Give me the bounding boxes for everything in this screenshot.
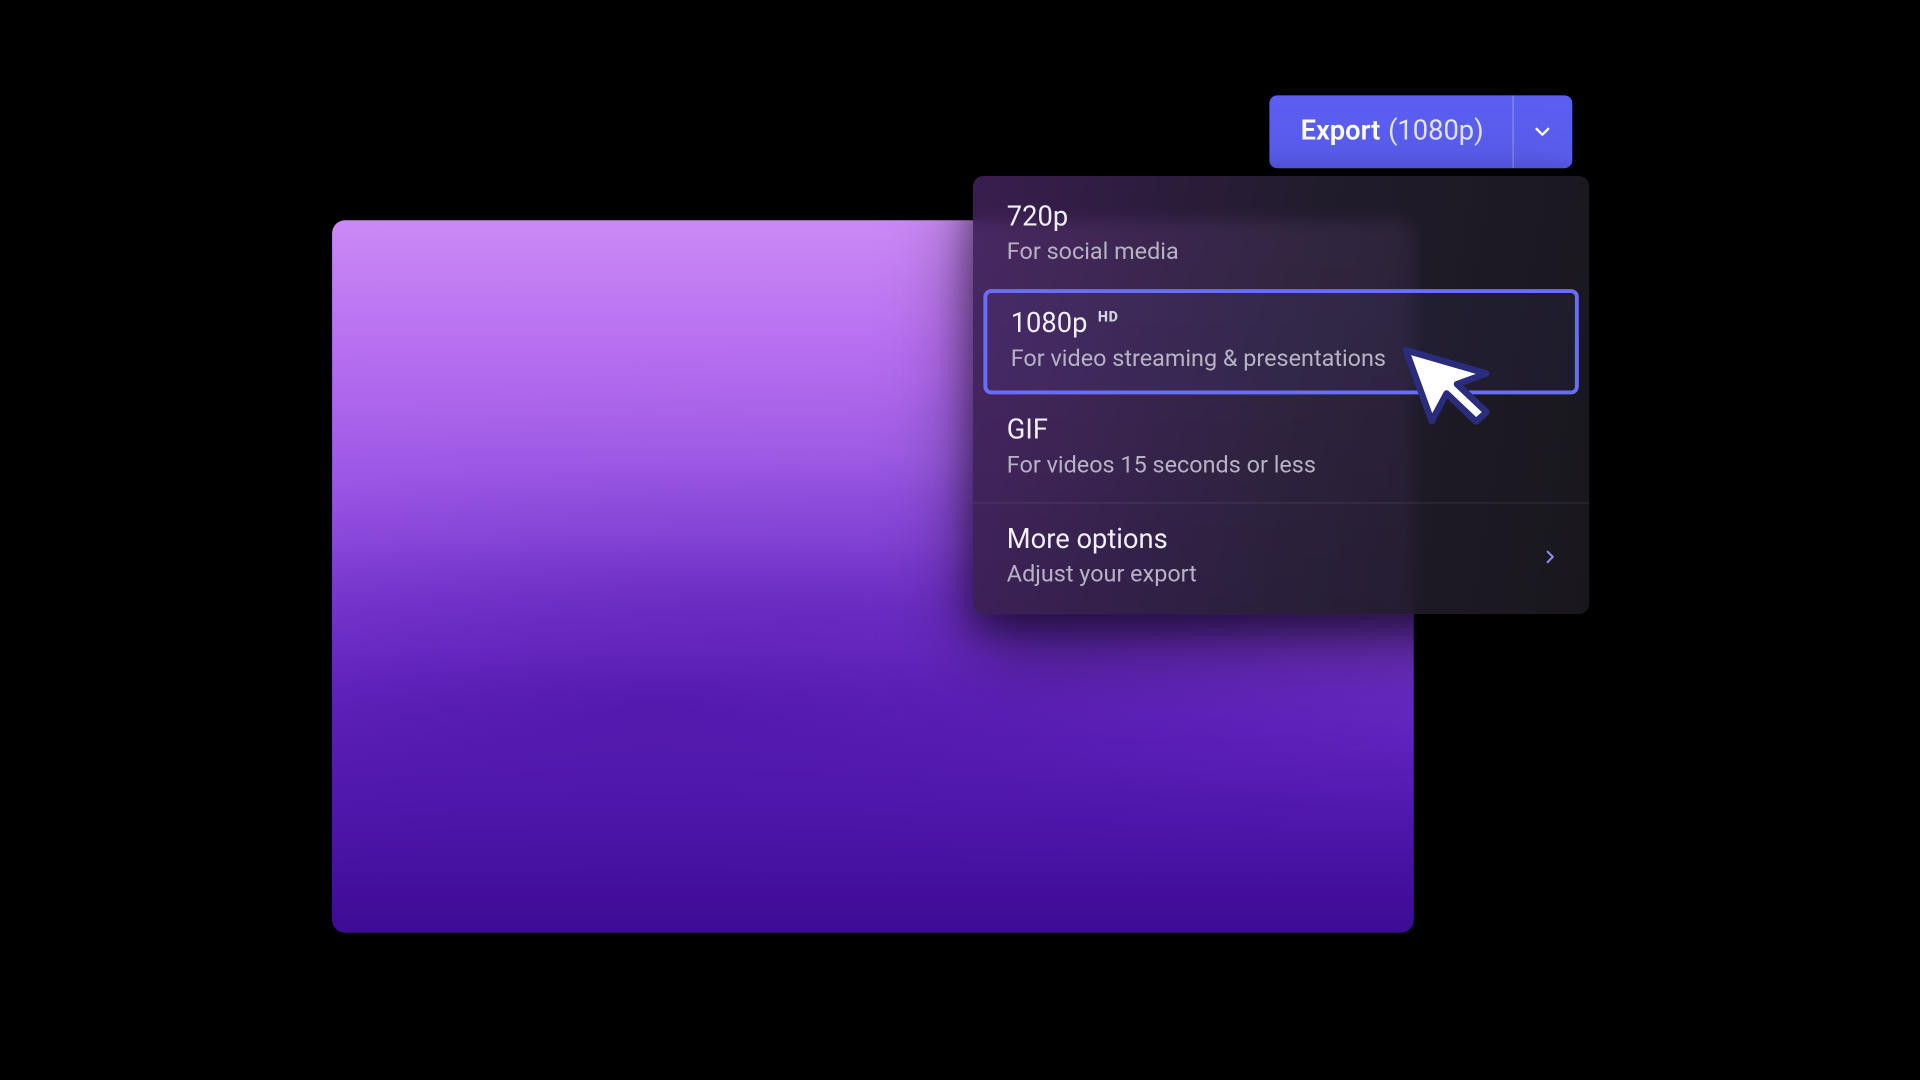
export-option-sub: For social media <box>1007 238 1556 265</box>
more-options-title: More options <box>1007 524 1168 555</box>
export-option-title: 1080p <box>1011 309 1088 340</box>
more-options-sub: Adjust your export <box>1007 561 1197 588</box>
export-option-title: 720p <box>1007 202 1068 233</box>
export-option-sub: For videos 15 seconds or less <box>1007 452 1556 479</box>
hd-badge: HD <box>1098 308 1119 325</box>
export-option-title: GIF <box>1007 415 1048 446</box>
menu-separator <box>973 502 1589 503</box>
export-button-label: Export <box>1301 116 1381 147</box>
export-dropdown-menu: 720p For social media 1080p HD For video… <box>973 176 1589 614</box>
chevron-right-icon <box>1540 546 1561 567</box>
export-option-sub: For video streaming & presentations <box>1011 345 1552 372</box>
export-option-1080p[interactable]: 1080p HD For video streaming & presentat… <box>983 289 1578 394</box>
export-button-group: Export (1080p) <box>1269 95 1572 168</box>
chevron-down-icon <box>1531 120 1554 143</box>
export-button-resolution: (1080p) <box>1388 116 1484 147</box>
export-option-gif[interactable]: GIF For videos 15 seconds or less <box>973 397 1589 500</box>
export-more-options[interactable]: More options Adjust your export <box>973 506 1589 614</box>
export-option-720p[interactable]: 720p For social media <box>973 184 1589 287</box>
export-dropdown-toggle[interactable] <box>1512 95 1572 168</box>
export-button[interactable]: Export (1080p) <box>1269 95 1512 168</box>
